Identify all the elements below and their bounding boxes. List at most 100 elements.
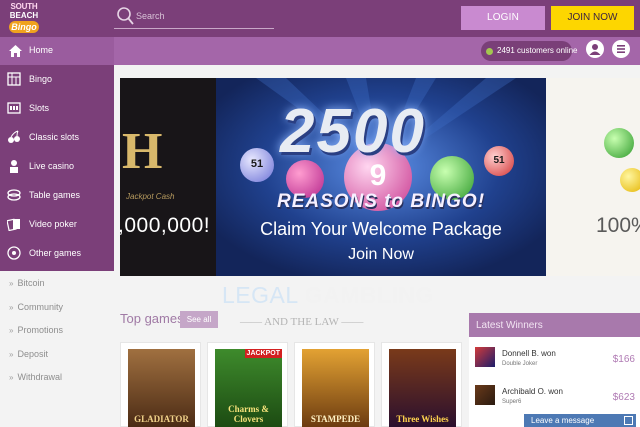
game-thumbnail: JACKPOT Charms & Clovers bbox=[215, 349, 282, 427]
banner-bonus-percent: 100% bbox=[596, 214, 640, 237]
sidebar-item-label: Classic slots bbox=[29, 132, 80, 142]
sidebar-item-classic-slots[interactable]: Classic slots bbox=[0, 123, 114, 152]
subnav-bitcoin[interactable]: » Bitcoin bbox=[9, 278, 44, 288]
cherries-icon bbox=[8, 130, 20, 143]
game-card-gladiator[interactable]: GLADIATOR bbox=[120, 342, 201, 427]
join-now-button[interactable]: JOIN NOW bbox=[551, 6, 634, 30]
subnav-community[interactable]: » Community bbox=[9, 302, 63, 312]
game-card-stampede[interactable]: STAMPEDE bbox=[294, 342, 375, 427]
winner-name: Archibald O. won bbox=[502, 387, 563, 396]
sidebar-item-table-games[interactable]: Table games bbox=[0, 181, 114, 210]
sidebar-item-video-poker[interactable]: Video poker bbox=[0, 210, 114, 239]
banner-jackpot-amount: ,000,000! bbox=[120, 214, 211, 237]
ball-number: 51 bbox=[250, 158, 264, 170]
logo-line-1: SOUTH bbox=[10, 2, 38, 11]
user-account-icon[interactable] bbox=[586, 40, 604, 58]
subnav-withdrawal[interactable]: » Withdrawal bbox=[9, 372, 62, 382]
chevron-right-icon: » bbox=[9, 303, 14, 312]
leave-message-chat[interactable]: Leave a message bbox=[524, 414, 636, 427]
search-icon[interactable] bbox=[116, 6, 134, 26]
logo-line-2: BEACH bbox=[9, 11, 39, 20]
sidebar-item-live-casino[interactable]: Live casino bbox=[0, 152, 114, 181]
subnav-label: Bitcoin bbox=[17, 278, 45, 288]
winner-amount: $623 bbox=[612, 392, 635, 403]
search-input[interactable]: Search bbox=[114, 5, 274, 29]
chips-icon bbox=[7, 189, 21, 201]
winner-amount: $166 bbox=[612, 354, 635, 365]
bingo-card-icon bbox=[7, 72, 21, 86]
customers-online-badge: 2491 customers online bbox=[481, 41, 578, 61]
game-thumbnail: Three Wishes bbox=[389, 349, 456, 427]
see-all-button[interactable]: See all bbox=[180, 311, 218, 328]
home-label: Home bbox=[29, 45, 54, 55]
ball-number: 51 bbox=[493, 155, 505, 166]
sidebar-item-label: Live casino bbox=[29, 161, 75, 171]
subnav-label: Community bbox=[17, 302, 63, 312]
sidebar-item-bingo[interactable]: Bingo bbox=[0, 65, 114, 94]
sidebar-item-slots[interactable]: Slots bbox=[0, 94, 114, 123]
latest-winners-title: Latest Winners bbox=[476, 320, 543, 331]
site-logo[interactable]: SOUTH BEACH Bingo bbox=[6, 2, 42, 34]
legal-gambling-subtitle: —— AND THE LAW —— bbox=[240, 316, 364, 328]
game-card-charms-clovers[interactable]: JACKPOT Charms & Clovers bbox=[207, 342, 288, 427]
top-header: SOUTH BEACH Bingo Search LOGIN JOIN NOW bbox=[0, 0, 640, 37]
banner-slide-next[interactable]: 100% bbox=[546, 78, 640, 276]
subnav-promotions[interactable]: » Promotions bbox=[9, 325, 63, 335]
banner-jackpot-text: Jackpot Cash bbox=[126, 192, 175, 201]
winner-game: Super6 bbox=[502, 399, 522, 405]
subnav-label: Deposit bbox=[17, 349, 48, 359]
nav-home[interactable]: Home bbox=[0, 37, 114, 65]
winner-game-thumbnail bbox=[475, 385, 495, 405]
winner-name: Donnell B. won bbox=[502, 349, 556, 358]
banner-slide-prev[interactable]: H Jackpot Cash ,000,000! bbox=[120, 78, 216, 276]
legal-gambling-watermark: LEGAL GAMBLING bbox=[222, 282, 434, 309]
banner-slide-current[interactable]: 51 9 51 2500 REASONS to BINGO! Claim You… bbox=[216, 78, 546, 276]
banner-join-link[interactable]: Join Now bbox=[216, 246, 546, 264]
customers-online-text: 2491 customers online bbox=[497, 46, 578, 55]
banner-subhead: REASONS to BINGO! bbox=[276, 191, 486, 212]
winner-row[interactable]: Donnell B. won Double Joker $166 bbox=[469, 339, 640, 377]
watermark-subtitle-text: AND THE LAW bbox=[264, 316, 339, 328]
expand-chat-icon[interactable] bbox=[624, 416, 633, 425]
banner-claim-text: Claim Your Welcome Package bbox=[260, 219, 502, 239]
game-title: GLADIATOR bbox=[134, 414, 189, 424]
winner-game-thumbnail bbox=[475, 347, 495, 367]
login-button[interactable]: LOGIN bbox=[461, 6, 545, 30]
bingo-ball-icon: 51 bbox=[484, 146, 514, 176]
leave-message-label: Leave a message bbox=[531, 416, 595, 425]
game-title: STAMPEDE bbox=[310, 414, 361, 424]
slot-machine-icon bbox=[7, 102, 21, 114]
bingo-ball-icon: 51 bbox=[240, 148, 274, 182]
watermark-word-legal: LEGAL bbox=[222, 282, 305, 308]
sidebar-item-other-games[interactable]: Other games bbox=[0, 239, 114, 268]
chevron-right-icon: » bbox=[9, 350, 14, 359]
game-category-menu: Bingo Slots Classic slots Live casino Ta… bbox=[0, 65, 114, 271]
chevron-right-icon: » bbox=[9, 326, 14, 335]
coin-icon bbox=[620, 168, 640, 192]
home-icon bbox=[9, 45, 22, 57]
sidebar-item-label: Video poker bbox=[29, 219, 77, 229]
banner-headline: 2500 bbox=[280, 97, 426, 166]
watermark-word-gambling: GAMBLING bbox=[304, 282, 434, 308]
logo-line-3: Bingo bbox=[9, 21, 39, 33]
chevron-right-icon: » bbox=[9, 279, 14, 288]
game-thumbnail: GLADIATOR bbox=[128, 349, 195, 427]
subnav-deposit[interactable]: » Deposit bbox=[9, 349, 48, 359]
dice-icon bbox=[7, 246, 21, 260]
chevron-right-icon: » bbox=[9, 373, 14, 382]
online-dot-icon bbox=[486, 48, 493, 55]
subnav-label: Promotions bbox=[17, 325, 63, 335]
bingo-ball-icon bbox=[604, 128, 634, 158]
game-title: Charms & Clovers bbox=[228, 404, 269, 424]
more-menu-icon[interactable] bbox=[612, 40, 630, 58]
game-card-three-wishes[interactable]: Three Wishes bbox=[381, 342, 462, 427]
latest-winners-panel: Latest Winners Donnell B. won Double Jok… bbox=[469, 313, 640, 427]
sidebar-item-label: Bingo bbox=[29, 74, 53, 84]
promo-banner[interactable]: H Jackpot Cash ,000,000! 51 9 51 2500 RE… bbox=[120, 78, 640, 276]
search-placeholder: Search bbox=[136, 11, 165, 21]
winner-row[interactable]: Archibald O. won Super6 $623 bbox=[469, 377, 640, 415]
winner-game: Double Joker bbox=[502, 361, 538, 367]
game-thumbnail: STAMPEDE bbox=[302, 349, 369, 427]
game-title: Three Wishes bbox=[396, 414, 449, 424]
home-bar: Home 2491 customers online bbox=[0, 37, 640, 65]
